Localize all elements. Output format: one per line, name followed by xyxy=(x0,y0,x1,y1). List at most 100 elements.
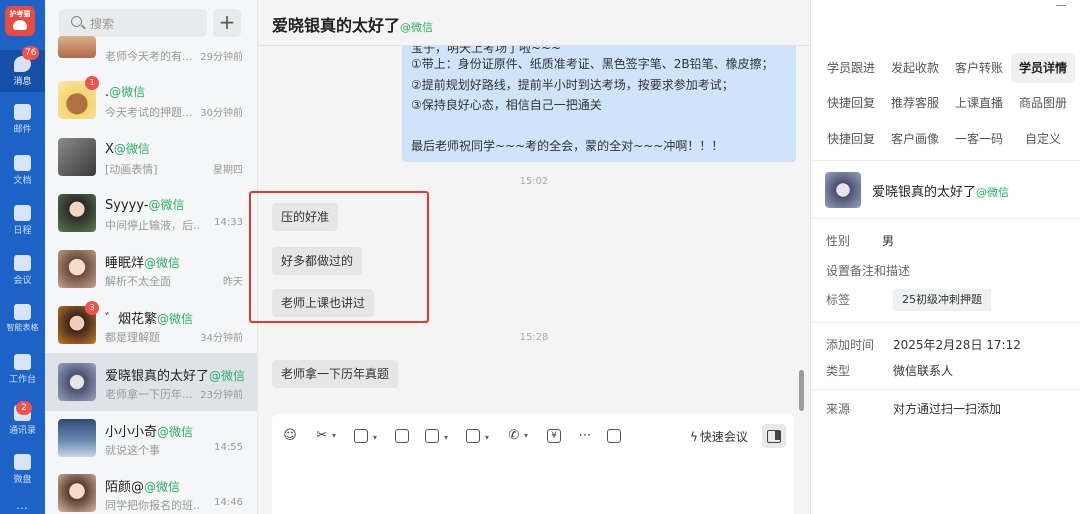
tab-product-album[interactable]: 商品图册 xyxy=(1013,88,1073,118)
rail-meeting[interactable]: 会议 xyxy=(0,255,45,286)
timestamp: 15:02 xyxy=(519,176,549,187)
divider xyxy=(811,218,1080,219)
tab-customer-transfer[interactable]: 客户转账 xyxy=(949,53,1009,83)
quick-meeting-button[interactable]: ϟ 快速会议 xyxy=(690,428,748,445)
scrollbar[interactable] xyxy=(799,370,804,411)
list-item[interactable]: 小小小奇@微信 就说这个事 14:55 xyxy=(45,409,257,467)
smart-sheet-icon xyxy=(14,304,31,320)
tab-one-code[interactable]: 一客一码 xyxy=(949,124,1009,154)
avatar xyxy=(58,419,96,457)
rail-cloud-drive[interactable]: 微盘 xyxy=(0,454,45,485)
rail-mail[interactable]: 邮件 xyxy=(0,104,45,135)
tag-chip[interactable]: 25初级冲刺押题 xyxy=(893,289,991,311)
list-item-selected[interactable]: 爱晓银真的太好了@微信 老师拿一下历年... 23分钟前 xyxy=(45,353,257,411)
unread-badge: 3 xyxy=(85,301,99,315)
list-item[interactable]: 1 .@微信 今天考试的押题... 30分钟前 xyxy=(45,71,257,129)
avatar xyxy=(58,194,96,232)
meeting-icon xyxy=(14,255,31,271)
list-item[interactable]: 陌颜@@微信 同学把你报名的班... 14:46 xyxy=(45,464,257,514)
tab-collect-payment[interactable]: 发起收款 xyxy=(885,53,945,83)
avatar xyxy=(58,250,96,288)
avatar xyxy=(58,363,96,401)
search-input[interactable]: 搜索 xyxy=(59,9,207,37)
student-panel: 学员跟进 发起收款 客户转账 学员详情 快捷回复 推荐客服 上课直播 商品图册 … xyxy=(810,0,1080,514)
document-icon xyxy=(14,155,31,171)
cloud-drive-icon xyxy=(14,454,31,470)
added-time-value: 2025年2月28日 17:12 xyxy=(893,338,1021,352)
tab-live-class[interactable]: 上课直播 xyxy=(949,88,1009,118)
workbench-icon xyxy=(14,354,31,370)
message-bubble: 老师拿一下历年真题 xyxy=(272,360,399,388)
profile-name: 爱晓银真的太好了@微信 xyxy=(872,185,1010,200)
message-editor[interactable]: ☺ ✂ ✆ ¥ ⋯ ϟ快速会议 xyxy=(272,414,794,514)
gender-label: 性别 xyxy=(826,234,851,248)
rail-calendar[interactable]: 日程 xyxy=(0,205,45,236)
tab-student-details[interactable]: 学员详情 xyxy=(1011,53,1075,83)
app-logo: 护考猫 xyxy=(5,6,35,36)
side-panel-toggle-icon[interactable] xyxy=(762,424,786,448)
source-label: 来源 xyxy=(826,402,851,416)
type-value: 微信联系人 xyxy=(893,364,954,378)
timestamp: 15:28 xyxy=(519,332,549,343)
conversation-list: 搜索 + 老师今天考的有... 29分钟前 1 .@微信 今天考试的押题... … xyxy=(45,0,258,514)
chat-title: 爱晓银真的太好了@微信 xyxy=(272,16,434,35)
highlight-box xyxy=(249,191,429,323)
chat-header: 爱晓银真的太好了@微信 xyxy=(258,0,810,46)
divider xyxy=(811,322,1080,323)
search-icon xyxy=(71,16,82,27)
remark-link[interactable]: 设置备注和描述 xyxy=(826,262,910,279)
calendar-icon xyxy=(14,205,31,221)
tabs-row: 快捷回复 推荐客服 上课直播 商品图册 xyxy=(811,88,1080,118)
teacher-message: 宝子，明天上考场了啦~~~ ①带上：身份证原件、纸质准考证、黑色签字笔、2B铅笔… xyxy=(402,38,796,162)
rail-docs[interactable]: 文档 xyxy=(0,155,45,186)
type-label: 类型 xyxy=(826,364,851,378)
payment-icon[interactable]: ¥ xyxy=(547,429,561,443)
comment-icon[interactable] xyxy=(607,429,621,443)
list-item[interactable]: Syyyy-@微信 中间停止输液，后... 14:33 xyxy=(45,184,257,242)
minimize-icon[interactable] xyxy=(1056,5,1066,6)
add-button[interactable]: + xyxy=(213,9,241,37)
rail-smart-sheet[interactable]: 智能表格 xyxy=(0,304,45,333)
unread-badge: 1 xyxy=(85,76,99,90)
cat-logo-icon xyxy=(13,20,27,30)
tab-custom[interactable]: 自定义 xyxy=(1013,124,1073,154)
mail-icon xyxy=(14,104,31,120)
source-value: 对方通过扫一扫添加 xyxy=(893,402,1002,416)
file-icon[interactable] xyxy=(395,429,409,443)
tab-recommend-service[interactable]: 推荐客服 xyxy=(885,88,945,118)
folder-icon[interactable] xyxy=(466,429,489,446)
rail-contacts[interactable]: 2 通讯录 xyxy=(0,401,45,436)
avatar xyxy=(825,172,861,208)
chat-area: 宝子，明天上考场了啦~~~ ①带上：身份证原件、纸质准考证、黑色签字笔、2B铅笔… xyxy=(249,0,810,514)
app-window: 护考猫 76 消息 邮件 文档 日程 会议 智能表格 工作台 2 通讯录 微盘 … xyxy=(0,0,1080,514)
gender-value: 男 xyxy=(882,234,895,248)
more-icon[interactable]: ⋯ xyxy=(577,428,593,444)
tab-quick-reply-2[interactable]: 快捷回复 xyxy=(821,124,881,154)
messages-badge: 76 xyxy=(22,46,40,60)
list-item[interactable]: 3 ゛烟花繁@微信 都是理解题 34分钟前 xyxy=(45,296,257,354)
divider xyxy=(811,160,1080,161)
phone-icon[interactable]: ✆ xyxy=(506,428,528,444)
avatar xyxy=(58,474,96,512)
contacts-badge: 2 xyxy=(16,401,32,415)
list-item[interactable]: 睡眠烊@微信 解析不太全面 昨天 xyxy=(45,240,257,298)
more-icon[interactable]: … xyxy=(0,498,45,512)
list-item[interactable]: X@微信 [动画表情] 星期四 xyxy=(45,128,257,186)
scissors-icon[interactable]: ✂ xyxy=(314,428,336,444)
tab-customer-profile[interactable]: 客户画像 xyxy=(885,124,945,154)
tab-quick-reply[interactable]: 快捷回复 xyxy=(821,88,881,118)
tabs-row: 学员跟进 发起收款 客户转账 学员详情 xyxy=(811,53,1080,83)
tabs-row: 快捷回复 客户画像 一客一码 自定义 xyxy=(811,124,1080,154)
tab-student-follow[interactable]: 学员跟进 xyxy=(821,53,881,83)
avatar xyxy=(58,138,96,176)
emoji-icon[interactable]: ☺ xyxy=(282,428,298,444)
tag-label: 标签 xyxy=(826,293,851,307)
added-time-label: 添加时间 xyxy=(826,338,875,352)
rail-messages[interactable]: 76 消息 xyxy=(0,46,45,92)
rail-workbench[interactable]: 工作台 xyxy=(0,354,45,385)
lightning-icon: ϟ xyxy=(690,430,698,444)
avatar xyxy=(58,36,96,58)
checklist-icon[interactable] xyxy=(425,429,448,446)
divider xyxy=(811,389,1080,390)
image-icon[interactable] xyxy=(354,429,377,446)
